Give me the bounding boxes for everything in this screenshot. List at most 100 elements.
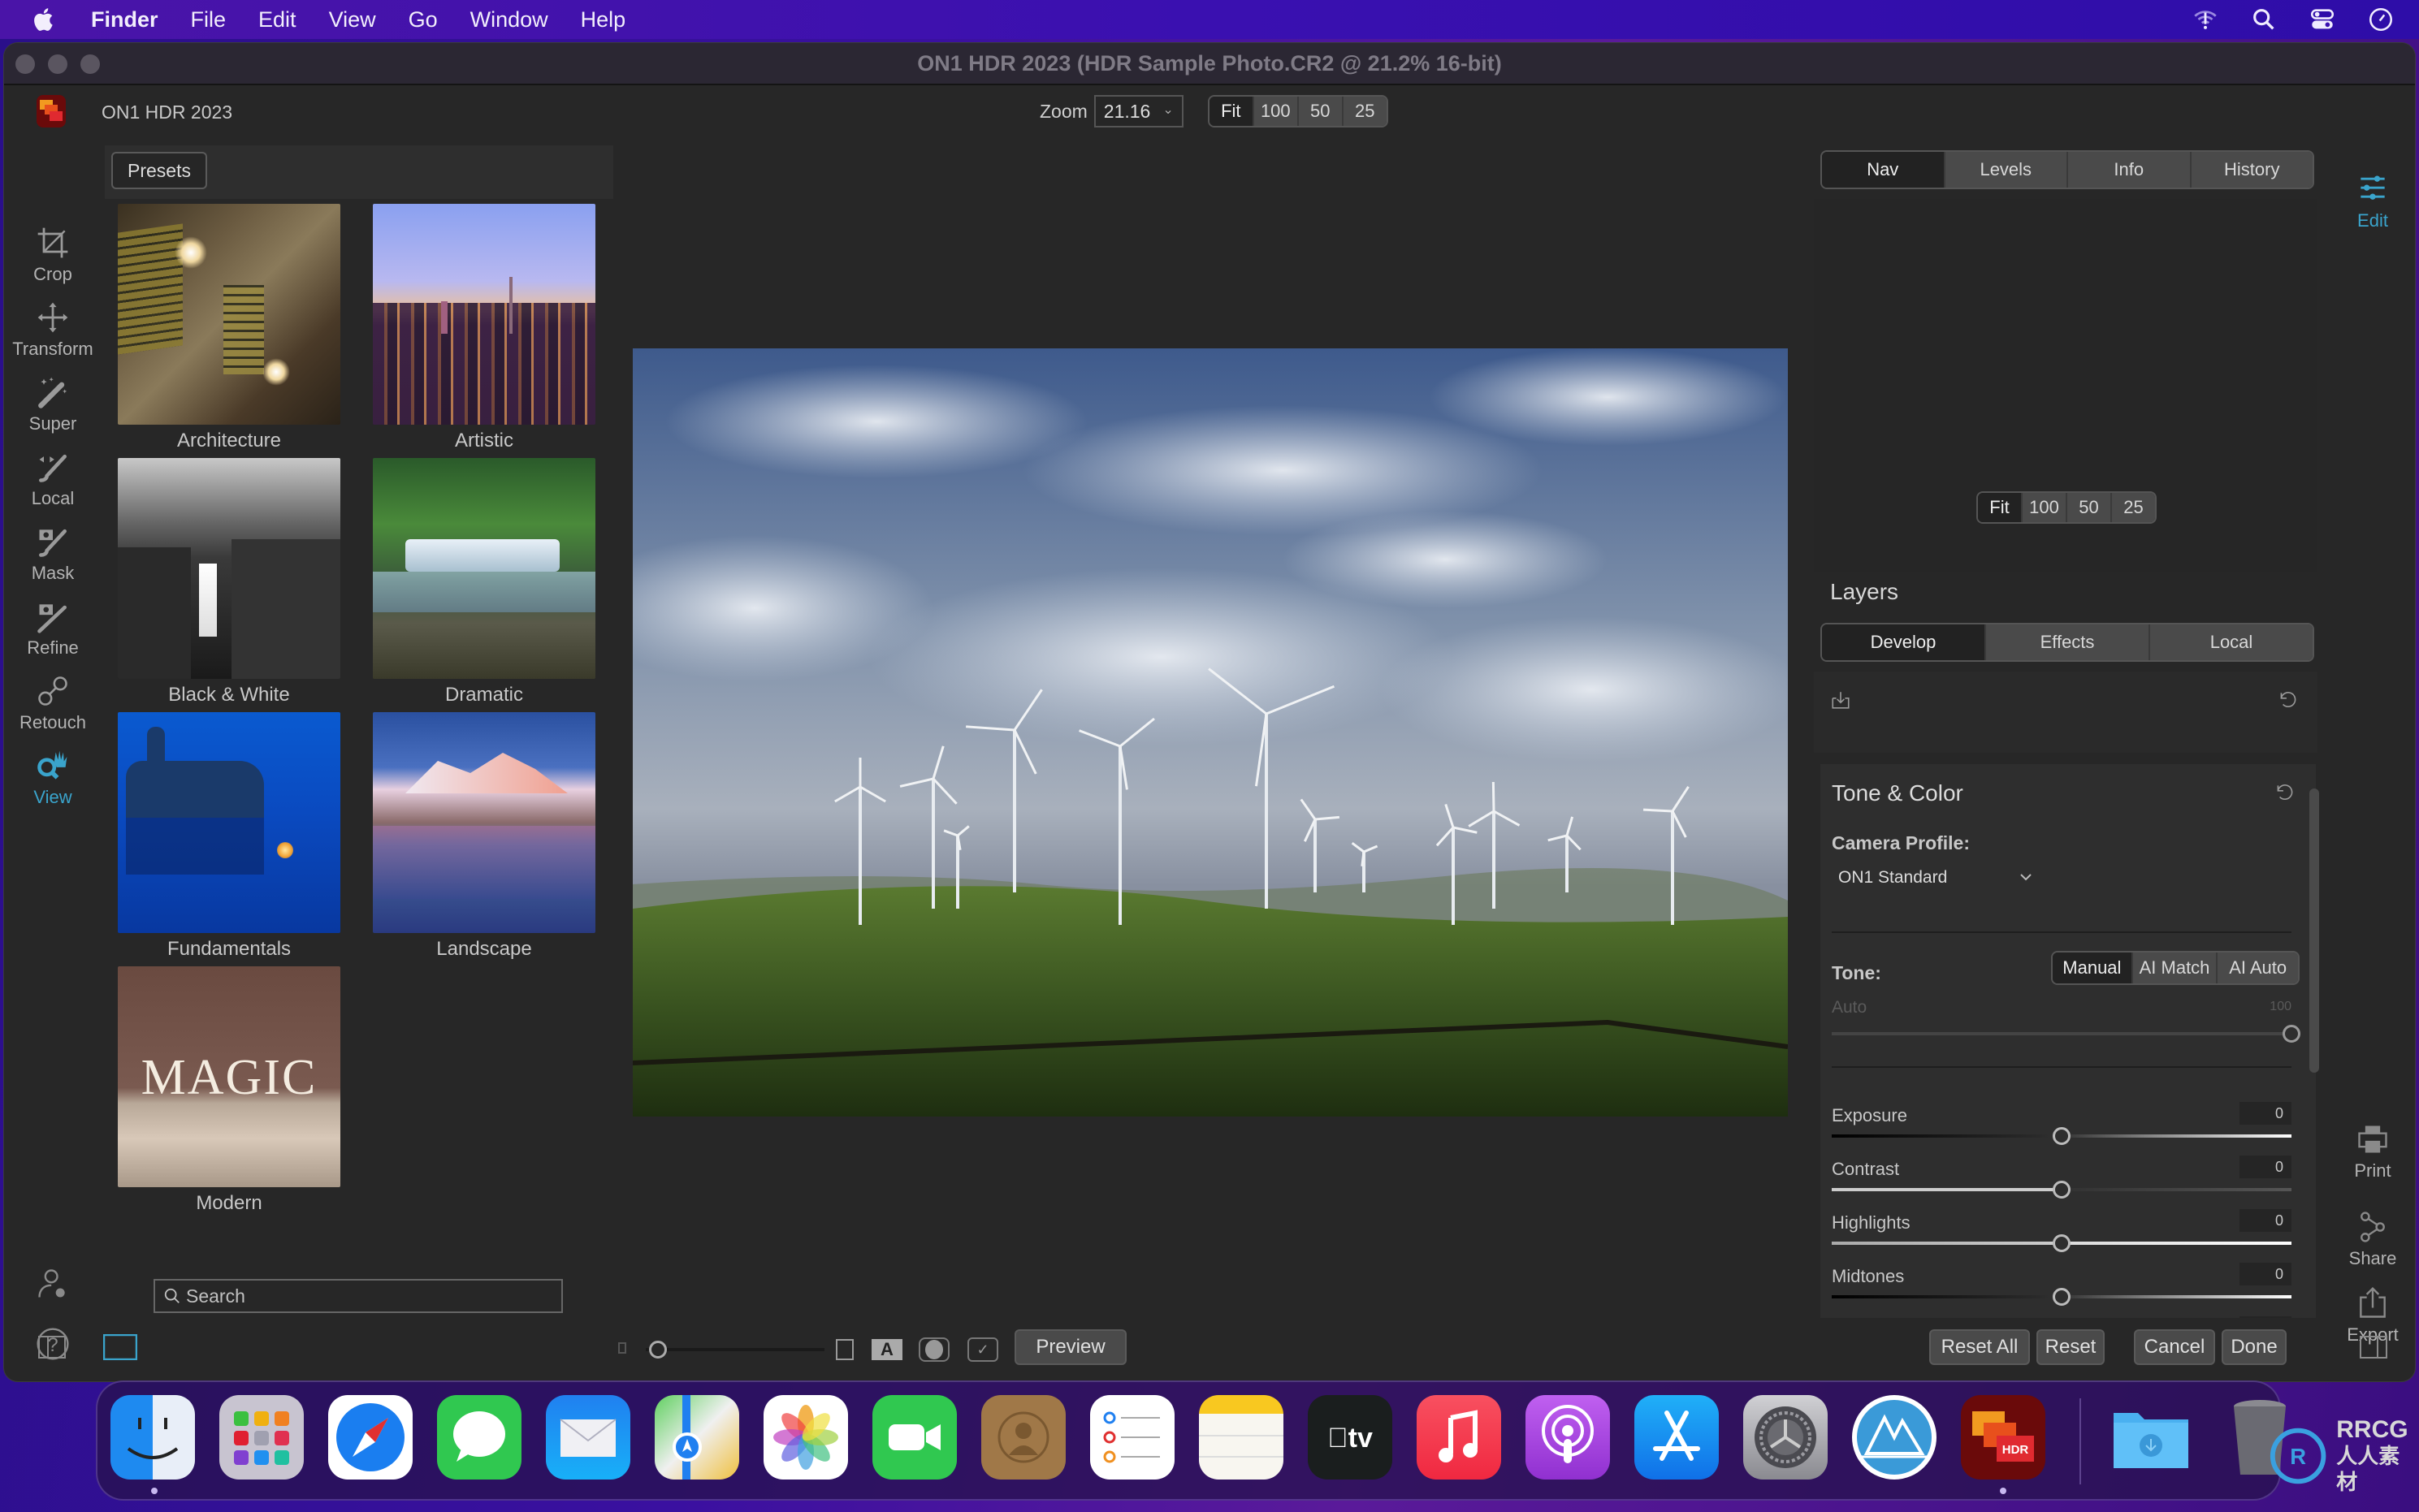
print-button[interactable]: Print — [2329, 1121, 2415, 1182]
dock-app-store[interactable] — [1634, 1395, 1719, 1480]
nav-zoom-25[interactable]: 25 — [2110, 493, 2155, 522]
dock-notes[interactable] — [1199, 1395, 1283, 1480]
spotlight-search-icon[interactable] — [2250, 6, 2278, 33]
tab-info[interactable]: Info — [2066, 152, 2190, 188]
zoom-value-select[interactable]: 21.16 ⌄ — [1093, 95, 1184, 127]
share-button[interactable]: Share — [2329, 1209, 2415, 1269]
dock-reminders[interactable] — [1090, 1395, 1175, 1480]
menu-finder[interactable]: Finder — [91, 7, 158, 32]
tool-local[interactable]: Local — [4, 449, 102, 509]
tab-nav[interactable]: Nav — [1822, 152, 1944, 188]
menu-help[interactable]: Help — [581, 7, 626, 32]
single-view-icon[interactable] — [103, 1334, 137, 1360]
edit-module-button[interactable]: Edit — [2329, 171, 2415, 231]
menu-file[interactable]: File — [191, 7, 227, 32]
panel-scrollbar[interactable] — [2309, 788, 2319, 1073]
dock-maps[interactable] — [655, 1395, 739, 1480]
tool-super[interactable]: Super — [4, 374, 102, 434]
toggle-left-panel-icon[interactable] — [38, 1336, 66, 1359]
reset-layer-icon[interactable] — [2277, 689, 2298, 711]
overlay-mask-icon[interactable] — [919, 1337, 950, 1362]
photo-canvas[interactable] — [633, 348, 1788, 1117]
slider-knob[interactable] — [2053, 1181, 2071, 1199]
menu-view[interactable]: View — [329, 7, 376, 32]
preset-landscape[interactable]: Landscape — [373, 712, 595, 961]
tool-retouch[interactable]: Retouch — [4, 673, 102, 733]
preset-dramatic[interactable]: Dramatic — [373, 458, 595, 706]
tone-ai-auto-button[interactable]: AI Auto — [2216, 953, 2298, 983]
tool-view[interactable]: View — [4, 748, 102, 808]
tool-transform[interactable]: Transform — [4, 300, 102, 360]
menu-go[interactable]: Go — [409, 7, 438, 32]
auto-slider-track[interactable] — [1832, 1032, 2291, 1035]
nav-zoom-fit[interactable]: Fit — [1978, 493, 2021, 522]
camera-profile-select[interactable]: ON1 Standard — [1838, 863, 2033, 892]
auto-slider-knob[interactable] — [2283, 1025, 2300, 1043]
menu-window[interactable]: Window — [470, 7, 548, 32]
zoom-100-button[interactable]: 100 — [1252, 97, 1297, 126]
dock-mail[interactable] — [546, 1395, 630, 1480]
slider-knob[interactable] — [2053, 1234, 2071, 1252]
presets-button[interactable]: Presets — [111, 152, 207, 189]
compare-icon[interactable]: ✓ — [967, 1337, 998, 1362]
dock-finder[interactable] — [110, 1395, 195, 1480]
dock-safari[interactable] — [328, 1395, 413, 1480]
tool-refine[interactable]: Refine — [4, 598, 102, 659]
preset-fundamentals[interactable]: Fundamentals — [118, 712, 340, 961]
dock-music[interactable] — [1417, 1395, 1501, 1480]
auto-mask-icon[interactable]: A — [872, 1339, 902, 1360]
zoom-fit-button[interactable]: Fit — [1209, 97, 1253, 126]
reset-tone-color-icon[interactable] — [2274, 782, 2295, 803]
dock-launchpad[interactable] — [219, 1395, 304, 1480]
zoom-50-button[interactable]: 50 — [1296, 97, 1342, 126]
tab-local[interactable]: Local — [2149, 624, 2313, 660]
dock-downloads[interactable] — [2109, 1395, 2193, 1480]
preset-search-input[interactable]: Search — [154, 1279, 563, 1313]
user-settings-icon[interactable] — [35, 1266, 71, 1302]
dock-facetime[interactable] — [872, 1395, 957, 1480]
tone-ai-match-button[interactable]: AI Match — [2131, 953, 2217, 983]
apple-menu-icon[interactable] — [31, 6, 58, 33]
tone-manual-button[interactable]: Manual — [2053, 953, 2131, 983]
dock-system-preferences[interactable] — [1743, 1395, 1828, 1480]
reset-button[interactable]: Reset — [2036, 1329, 2105, 1365]
import-settings-icon[interactable] — [1830, 689, 1851, 711]
slider-value-field[interactable]: 0 — [2239, 1209, 2291, 1232]
preset-architecture[interactable]: Architecture — [118, 204, 340, 452]
preset-artistic[interactable]: Artistic — [373, 204, 595, 452]
clock-icon[interactable] — [2367, 6, 2395, 33]
nav-zoom-100[interactable]: 100 — [2021, 493, 2066, 522]
dock-photos[interactable] — [764, 1395, 848, 1480]
preview-button[interactable]: Preview — [1015, 1329, 1127, 1365]
tab-levels[interactable]: Levels — [1943, 152, 2066, 188]
tab-effects[interactable]: Effects — [1984, 624, 2149, 660]
dock-on1-hdr[interactable]: HDR — [1961, 1395, 2045, 1480]
slider-knob[interactable] — [2053, 1288, 2071, 1306]
preset-black-white[interactable]: Black & White — [118, 458, 340, 706]
dock-podcasts[interactable] — [1525, 1395, 1610, 1480]
wifi-alert-icon[interactable] — [2192, 6, 2219, 33]
slider-value-field[interactable]: 0 — [2239, 1156, 2291, 1178]
nav-zoom-50[interactable]: 50 — [2066, 493, 2110, 522]
tab-develop[interactable]: Develop — [1822, 624, 1984, 660]
dock-affinity[interactable] — [1852, 1395, 1936, 1480]
control-center-icon[interactable] — [2309, 6, 2336, 33]
preset-modern[interactable]: MAGIC Modern — [118, 966, 340, 1215]
cancel-button[interactable]: Cancel — [2134, 1329, 2215, 1365]
dock-messages[interactable] — [437, 1395, 521, 1480]
tab-history[interactable]: History — [2189, 152, 2313, 188]
tool-mask[interactable]: Mask — [4, 524, 102, 584]
slider-value-field[interactable]: 0 — [2239, 1316, 2291, 1318]
dock-apple-tv[interactable]: tv — [1308, 1395, 1392, 1480]
menu-edit[interactable]: Edit — [258, 7, 296, 32]
tool-crop[interactable]: Crop — [4, 225, 102, 285]
thumbnail-size-knob[interactable] — [649, 1341, 667, 1359]
reset-all-button[interactable]: Reset All — [1929, 1329, 2030, 1365]
thumbnail-size-slider[interactable] — [646, 1348, 824, 1351]
slider-value-field[interactable]: 0 — [2239, 1263, 2291, 1285]
slider-knob[interactable] — [2053, 1127, 2071, 1145]
done-button[interactable]: Done — [2222, 1329, 2287, 1365]
toggle-right-panel-icon[interactable] — [2360, 1336, 2387, 1359]
dock-contacts[interactable] — [981, 1395, 1066, 1480]
zoom-25-button[interactable]: 25 — [1341, 97, 1387, 126]
